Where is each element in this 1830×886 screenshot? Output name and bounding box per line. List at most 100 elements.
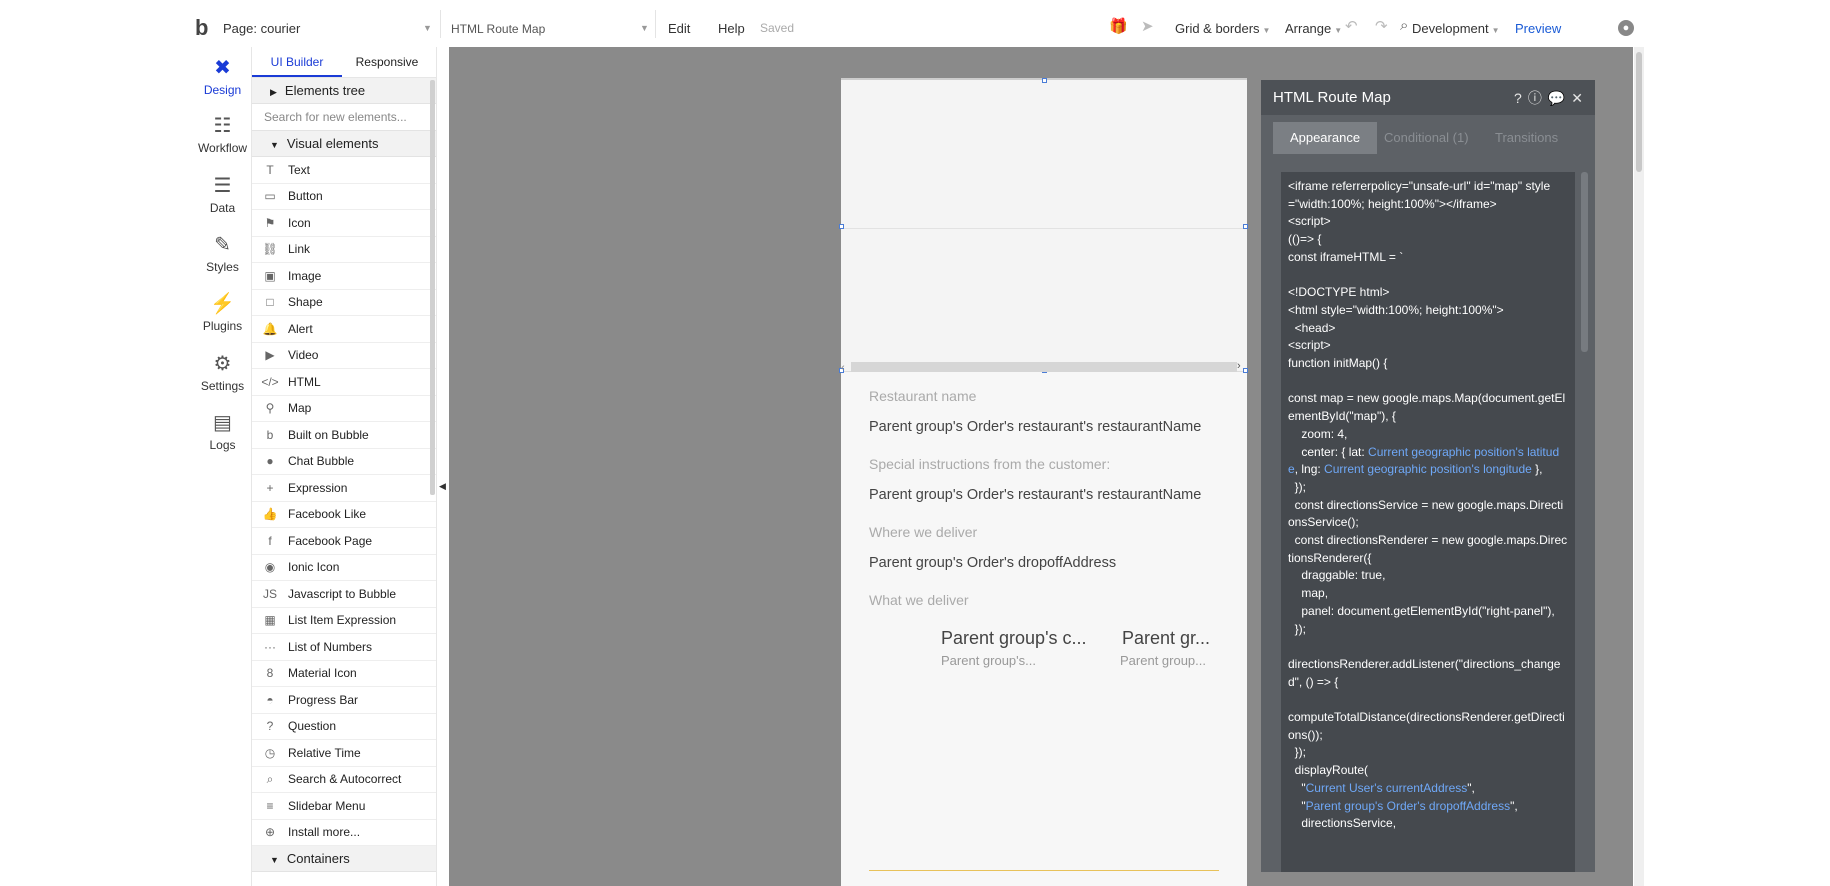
palette-item[interactable]: ⊕ Install more... [252, 820, 436, 846]
grid-borders-menu[interactable]: Grid & borders ▼ [1175, 21, 1270, 36]
canvas-scrollbar-thumb[interactable] [1636, 52, 1642, 172]
chevron-down-icon[interactable]: ▼ [640, 23, 649, 33]
redo-icon[interactable]: ↷ [1375, 17, 1388, 35]
html-route-map-element[interactable] [841, 80, 1247, 372]
palette-item[interactable]: ▶ Video [252, 343, 436, 369]
selection-handle[interactable] [1042, 78, 1047, 83]
palette-item[interactable]: </> HTML [252, 369, 436, 396]
palette-item[interactable]: ▭ Button [252, 184, 436, 210]
avatar[interactable]: ● [1618, 20, 1634, 36]
elements-tree-toggle[interactable]: ▶ Elements tree [252, 78, 436, 104]
chevron-down-icon[interactable]: ▼ [423, 23, 432, 33]
palette-item[interactable]: f Facebook Page [252, 528, 436, 555]
selection-handle[interactable] [839, 224, 844, 229]
code-line: <html style="width:100%; height:100%"> [1288, 302, 1504, 317]
help-menu[interactable]: Help [718, 21, 745, 36]
palette-item[interactable]: ◓ Progress Bar [252, 687, 436, 714]
palette-item[interactable]: JS Javascript to Bubble [252, 581, 436, 608]
dynamic-expression[interactable]: Parent group's Order's dropoffAddress [1306, 799, 1510, 813]
palette-item[interactable]: ⛓ Link [252, 237, 436, 263]
question-icon[interactable]: ? [1514, 90, 1528, 106]
canvas-scrollbar[interactable] [1634, 47, 1644, 886]
instructions-value[interactable]: Parent group's Order's restaurant's rest… [869, 487, 1201, 503]
close-icon[interactable]: ✕ [1571, 90, 1589, 106]
dynamic-expression[interactable]: Current geographic position's longitude [1324, 462, 1532, 476]
nav-styles[interactable]: ✎ Styles [195, 232, 250, 274]
nav-design[interactable]: ✖ Design [195, 55, 250, 97]
edit-menu[interactable]: Edit [668, 21, 690, 36]
search-icon[interactable]: ⌕ [1400, 17, 1408, 34]
map-horizontal-scrollbar[interactable] [851, 362, 1237, 372]
order-item-title[interactable]: Parent group's c... [941, 628, 1087, 649]
palette-item[interactable]: ? Question [252, 714, 436, 740]
code-line: }); [1288, 745, 1307, 760]
palette-item[interactable]: 🔔 Alert [252, 316, 436, 343]
nav-workflow[interactable]: ☷ Workflow [195, 113, 250, 155]
palette-item[interactable]: + Expression [252, 475, 436, 502]
palette-item[interactable]: ▣ Image [252, 263, 436, 290]
version-menu[interactable]: Development ▼ [1412, 21, 1500, 36]
visual-elements-toggle[interactable]: ▼ Visual elements [252, 131, 436, 157]
page-selector[interactable]: Page: courier [223, 21, 300, 36]
palette-item-label: Install more... [288, 825, 361, 839]
restaurant-name-label: Restaurant name [869, 388, 977, 404]
palette-item[interactable]: 8 Material Icon [252, 661, 436, 687]
palette-item[interactable]: T Text [252, 157, 436, 184]
palette-item[interactable]: 👍 Facebook Like [252, 502, 436, 528]
collapse-panel-icon[interactable]: ◀ [439, 481, 446, 492]
containers-toggle[interactable]: ▼ Containers [252, 846, 436, 872]
arrange-menu[interactable]: Arrange ▼ [1285, 21, 1342, 36]
palette-item[interactable]: ⚑ Icon [252, 210, 436, 237]
property-editor-header[interactable]: HTML Route Map ?ⓘ💬✕ [1261, 80, 1595, 115]
palette-item[interactable]: ··· List of Numbers [252, 634, 436, 661]
palette-item[interactable]: ≡ Slidebar Menu [252, 793, 436, 820]
element-search-input[interactable]: Search for new elements... [252, 104, 436, 131]
relative-time-icon: ◷ [264, 745, 276, 760]
nav-plugins[interactable]: ⚡ Plugins [195, 291, 250, 333]
code-editor-scrollbar[interactable] [1581, 172, 1588, 352]
bubble-logo[interactable]: b [195, 15, 208, 41]
chevron-left-icon[interactable]: ‹ [841, 362, 845, 374]
order-item-subtitle[interactable]: Parent group... [1120, 653, 1206, 668]
palette-item-label: Slidebar Menu [288, 798, 366, 813]
element-selector[interactable]: HTML Route Map [451, 22, 545, 36]
palette-item[interactable]: ⚲ Map [252, 396, 436, 422]
palette-item[interactable]: ◷ Relative Time [252, 740, 436, 767]
html-code-editor[interactable]: <iframe referrerpolicy="unsafe-url" id="… [1281, 172, 1575, 872]
palette-item[interactable]: □ Shape [252, 290, 436, 316]
icon-icon: ⚑ [264, 215, 276, 230]
page-preview[interactable]: ‹ › Restaurant name Parent group's Order… [839, 78, 1248, 886]
dropoff-address-value[interactable]: Parent group's Order's dropoffAddress [869, 555, 1116, 571]
tab-transitions[interactable]: Transitions [1495, 122, 1558, 154]
code-line: computeTotalDistance(directionsRenderer.… [1288, 710, 1565, 742]
order-item-title[interactable]: Parent gr... [1122, 628, 1210, 649]
tab-conditional[interactable]: Conditional (1) [1384, 122, 1469, 154]
gift-icon[interactable]: 🎁 [1109, 17, 1128, 35]
cursor-icon[interactable]: ➤ [1141, 17, 1154, 35]
undo-icon[interactable]: ↶ [1345, 17, 1358, 35]
dynamic-expression[interactable]: Current User's currentAddress [1306, 781, 1468, 795]
nav-settings[interactable]: ⚙ Settings [195, 351, 250, 393]
selection-handle[interactable] [1243, 368, 1248, 373]
tab-ui-builder[interactable]: UI Builder [252, 47, 342, 77]
palette-item[interactable]: ⌕ Search & Autocorrect [252, 767, 436, 793]
tab-appearance[interactable]: Appearance [1273, 122, 1377, 154]
palette-item[interactable]: ◉ Ionic Icon [252, 555, 436, 581]
nav-logs[interactable]: ▤ Logs [195, 410, 250, 452]
restaurant-name-value[interactable]: Parent group's Order's restaurant's rest… [869, 419, 1201, 435]
order-item-subtitle[interactable]: Parent group's... [941, 653, 1036, 668]
selection-handle[interactable] [1243, 224, 1248, 229]
code-line: const map = new google.maps.Map(document… [1288, 391, 1566, 424]
comment-icon[interactable]: 💬 [1548, 90, 1571, 106]
info-icon[interactable]: ⓘ [1528, 90, 1548, 106]
preview-button[interactable]: Preview [1515, 21, 1561, 36]
nav-data[interactable]: ☰ Data [195, 173, 250, 215]
palette-item[interactable]: ▦ List Item Expression [252, 608, 436, 634]
palette-item[interactable]: ● Chat Bubble [252, 449, 436, 475]
palette-scrollbar[interactable] [430, 80, 435, 495]
tab-responsive[interactable]: Responsive [342, 47, 432, 77]
divider [440, 10, 441, 38]
chevron-right-icon[interactable]: › [1237, 360, 1241, 372]
palette-item[interactable]: b Built on Bubble [252, 422, 436, 449]
saved-status: Saved [760, 21, 795, 35]
